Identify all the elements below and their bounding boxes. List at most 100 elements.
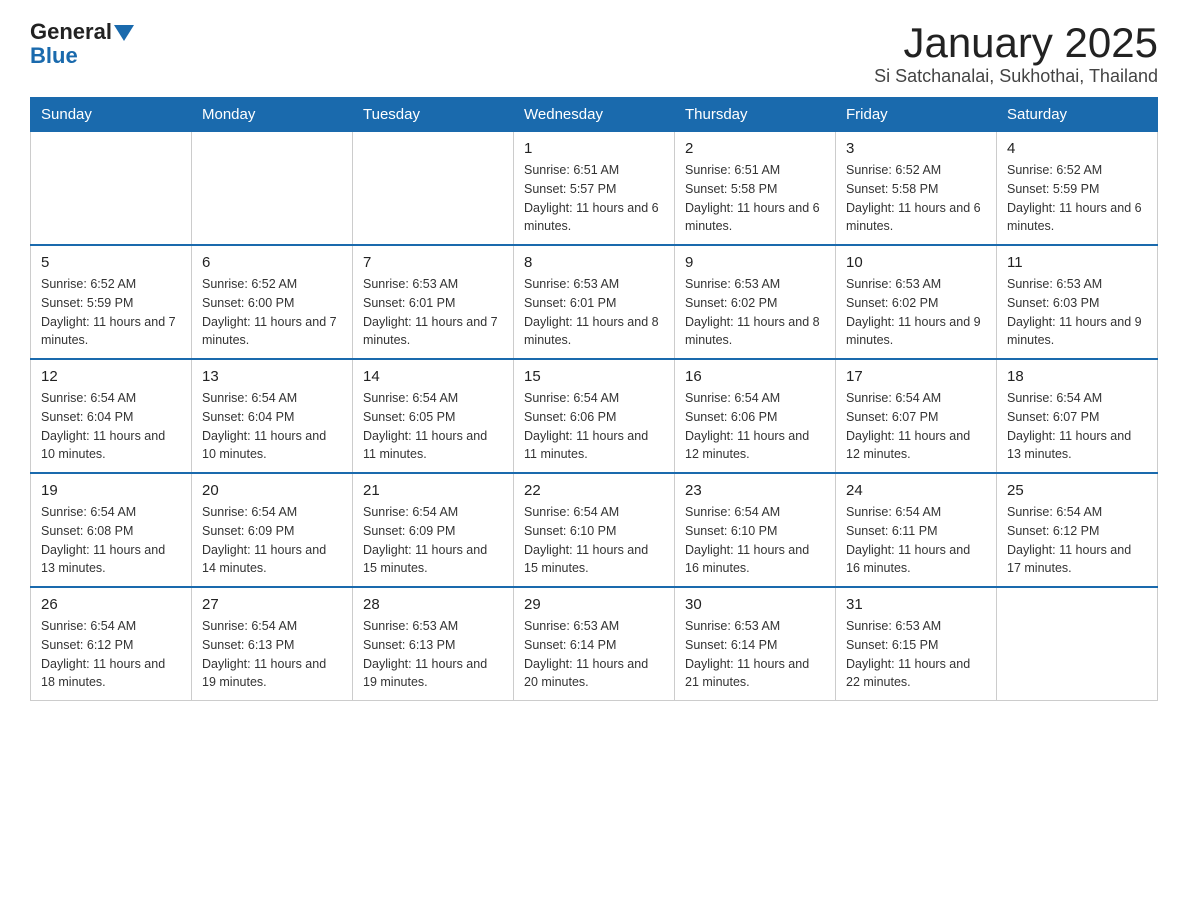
page-header: General Blue January 2025 Si Satchanalai… (30, 20, 1158, 87)
day-info: Sunrise: 6:54 AMSunset: 6:06 PMDaylight:… (524, 389, 664, 464)
day-number: 3 (846, 140, 986, 157)
calendar-cell: 17 Sunrise: 6:54 AMSunset: 6:07 PMDayligh… (836, 359, 997, 473)
calendar-header-saturday: Saturday (997, 98, 1158, 132)
day-info: Sunrise: 6:51 AMSunset: 5:57 PMDaylight:… (524, 161, 664, 236)
day-number: 20 (202, 482, 342, 499)
day-number: 9 (685, 254, 825, 271)
day-info: Sunrise: 6:54 AMSunset: 6:12 PMDaylight:… (1007, 503, 1147, 578)
day-number: 27 (202, 596, 342, 613)
calendar-cell: 3 Sunrise: 6:52 AMSunset: 5:58 PMDaylight… (836, 132, 997, 246)
day-info: Sunrise: 6:52 AMSunset: 6:00 PMDaylight:… (202, 275, 342, 350)
calendar-table: SundayMondayTuesdayWednesdayThursdayFrid… (30, 97, 1158, 701)
calendar-cell: 6Sunrise: 6:52 AMSunset: 6:00 PMDaylight… (192, 245, 353, 359)
calendar-cell: 18Sunrise: 6:54 AMSunset: 6:07 PMDayligh… (997, 359, 1158, 473)
day-number: 22 (524, 482, 664, 499)
calendar-header-tuesday: Tuesday (353, 98, 514, 132)
day-number: 16 (685, 368, 825, 385)
page-title: January 2025 (874, 20, 1158, 66)
day-info: Sunrise: 6:53 AMSunset: 6:01 PMDaylight:… (524, 275, 664, 350)
calendar-cell: 26Sunrise: 6:54 AMSunset: 6:12 PMDayligh… (31, 587, 192, 701)
day-number: 1 (524, 140, 664, 157)
day-number: 11 (1007, 254, 1147, 271)
day-info: Sunrise: 6:54 AMSunset: 6:04 PMDaylight:… (202, 389, 342, 464)
day-info: Sunrise: 6:52 AMSunset: 5:58 PMDaylight:… (846, 161, 986, 236)
calendar-cell: 1 Sunrise: 6:51 AMSunset: 5:57 PMDaylight… (514, 132, 675, 246)
day-number: 14 (363, 368, 503, 385)
day-number: 15 (524, 368, 664, 385)
calendar-cell: 7Sunrise: 6:53 AMSunset: 6:01 PMDaylight… (353, 245, 514, 359)
day-info: Sunrise: 6:53 AMSunset: 6:01 PMDaylight:… (363, 275, 503, 350)
calendar-cell: 2Sunrise: 6:51 AMSunset: 5:58 PMDaylight… (675, 132, 836, 246)
day-number: 25 (1007, 482, 1147, 499)
day-info: Sunrise: 6:54 AMSunset: 6:05 PMDaylight:… (363, 389, 503, 464)
logo-blue: Blue (30, 43, 78, 68)
calendar-cell: 19Sunrise: 6:54 AMSunset: 6:08 PMDayligh… (31, 473, 192, 587)
day-number: 24 (846, 482, 986, 499)
calendar-cell: 20Sunrise: 6:54 AMSunset: 6:09 PMDayligh… (192, 473, 353, 587)
day-info: Sunrise: 6:54 AMSunset: 6:09 PMDaylight:… (363, 503, 503, 578)
day-number: 31 (846, 596, 986, 613)
calendar-cell: 31 Sunrise: 6:53 AMSunset: 6:15 PMDayligh… (836, 587, 997, 701)
day-number: 23 (685, 482, 825, 499)
day-number: 8 (524, 254, 664, 271)
day-number: 29 (524, 596, 664, 613)
day-info: Sunrise: 6:53 AMSunset: 6:02 PMDaylight:… (846, 275, 986, 350)
calendar-week-row: 26Sunrise: 6:54 AMSunset: 6:12 PMDayligh… (31, 587, 1158, 701)
calendar-header-sunday: Sunday (31, 98, 192, 132)
calendar-week-row: 5Sunrise: 6:52 AMSunset: 5:59 PMDaylight… (31, 245, 1158, 359)
logo-general: General (30, 20, 112, 44)
calendar-header-friday: Friday (836, 98, 997, 132)
calendar-cell: 29 Sunrise: 6:53 AMSunset: 6:14 PMDayligh… (514, 587, 675, 701)
calendar-cell (192, 132, 353, 246)
calendar-cell: 9 Sunrise: 6:53 AMSunset: 6:02 PMDaylight… (675, 245, 836, 359)
day-info: Sunrise: 6:54 AMSunset: 6:06 PMDaylight:… (685, 389, 825, 464)
calendar-cell: 21Sunrise: 6:54 AMSunset: 6:09 PMDayligh… (353, 473, 514, 587)
day-number: 17 (846, 368, 986, 385)
day-number: 2 (685, 140, 825, 157)
calendar-cell (353, 132, 514, 246)
page-subtitle: Si Satchanalai, Sukhothai, Thailand (874, 66, 1158, 87)
day-info: Sunrise: 6:54 AMSunset: 6:08 PMDaylight:… (41, 503, 181, 578)
calendar-cell: 5Sunrise: 6:52 AMSunset: 5:59 PMDaylight… (31, 245, 192, 359)
calendar-cell: 25 Sunrise: 6:54 AMSunset: 6:12 PMDayligh… (997, 473, 1158, 587)
calendar-header-monday: Monday (192, 98, 353, 132)
calendar-cell: 27 Sunrise: 6:54 AMSunset: 6:13 PMDayligh… (192, 587, 353, 701)
calendar-cell: 12 Sunrise: 6:54 AMSunset: 6:04 PMDayligh… (31, 359, 192, 473)
day-number: 30 (685, 596, 825, 613)
calendar-cell: 30 Sunrise: 6:53 AMSunset: 6:14 PMDayligh… (675, 587, 836, 701)
day-info: Sunrise: 6:52 AMSunset: 5:59 PMDaylight:… (41, 275, 181, 350)
calendar-header-wednesday: Wednesday (514, 98, 675, 132)
day-number: 13 (202, 368, 342, 385)
day-info: Sunrise: 6:53 AMSunset: 6:14 PMDaylight:… (685, 617, 825, 692)
day-info: Sunrise: 6:54 AMSunset: 6:10 PMDaylight:… (685, 503, 825, 578)
day-info: Sunrise: 6:54 AMSunset: 6:13 PMDaylight:… (202, 617, 342, 692)
day-info: Sunrise: 6:52 AMSunset: 5:59 PMDaylight:… (1007, 161, 1147, 236)
day-info: Sunrise: 6:53 AMSunset: 6:15 PMDaylight:… (846, 617, 986, 692)
day-number: 26 (41, 596, 181, 613)
day-info: Sunrise: 6:54 AMSunset: 6:11 PMDaylight:… (846, 503, 986, 578)
day-number: 10 (846, 254, 986, 271)
day-number: 12 (41, 368, 181, 385)
calendar-cell: 23 Sunrise: 6:54 AMSunset: 6:10 PMDayligh… (675, 473, 836, 587)
day-info: Sunrise: 6:54 AMSunset: 6:07 PMDaylight:… (846, 389, 986, 464)
calendar-cell (997, 587, 1158, 701)
day-info: Sunrise: 6:53 AMSunset: 6:03 PMDaylight:… (1007, 275, 1147, 350)
calendar-cell: 10 Sunrise: 6:53 AMSunset: 6:02 PMDayligh… (836, 245, 997, 359)
calendar-week-row: 19Sunrise: 6:54 AMSunset: 6:08 PMDayligh… (31, 473, 1158, 587)
day-number: 28 (363, 596, 503, 613)
logo: General Blue (30, 20, 134, 68)
calendar-cell: 15 Sunrise: 6:54 AMSunset: 6:06 PMDayligh… (514, 359, 675, 473)
day-number: 4 (1007, 140, 1147, 157)
day-info: Sunrise: 6:53 AMSunset: 6:02 PMDaylight:… (685, 275, 825, 350)
calendar-cell: 11 Sunrise: 6:53 AMSunset: 6:03 PMDayligh… (997, 245, 1158, 359)
day-info: Sunrise: 6:54 AMSunset: 6:10 PMDaylight:… (524, 503, 664, 578)
calendar-week-row: 12 Sunrise: 6:54 AMSunset: 6:04 PMDayligh… (31, 359, 1158, 473)
calendar-cell (31, 132, 192, 246)
day-info: Sunrise: 6:54 AMSunset: 6:04 PMDaylight:… (41, 389, 181, 464)
calendar-cell: 8 Sunrise: 6:53 AMSunset: 6:01 PMDaylight… (514, 245, 675, 359)
day-number: 18 (1007, 368, 1147, 385)
day-info: Sunrise: 6:53 AMSunset: 6:13 PMDaylight:… (363, 617, 503, 692)
calendar-week-row: 1 Sunrise: 6:51 AMSunset: 5:57 PMDaylight… (31, 132, 1158, 246)
day-info: Sunrise: 6:53 AMSunset: 6:14 PMDaylight:… (524, 617, 664, 692)
logo-triangle-icon (114, 25, 134, 41)
